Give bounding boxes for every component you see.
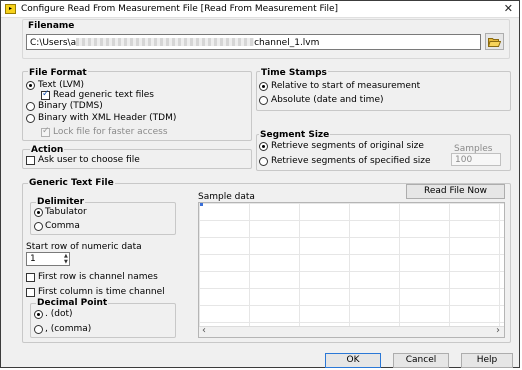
timestamp-relative-radio[interactable] <box>259 82 268 91</box>
start-row-spinner[interactable]: ▲ ▼ <box>64 253 70 265</box>
sample-data-label: Sample data <box>198 192 255 202</box>
format-binary-xml-radio[interactable] <box>26 114 35 123</box>
read-generic-label: Read generic text files <box>53 90 154 100</box>
filename-value-suffix: channel_1.lvm <box>254 38 320 48</box>
filename-value-prefix: C:\Users\a <box>30 38 77 48</box>
decimal-dot-radio[interactable] <box>34 310 43 319</box>
timestamp-absolute-label: Absolute (date and time) <box>271 95 384 105</box>
delimiter-tab-radio[interactable] <box>34 208 43 217</box>
title-bar: ▸ Configure Read From Measurement File [… <box>1 1 519 18</box>
close-icon[interactable]: ✕ <box>504 2 513 15</box>
first-row-names-label: First row is channel names <box>38 272 158 282</box>
first-col-time-label: First column is time channel <box>38 287 165 297</box>
segment-specified-radio[interactable] <box>259 157 268 166</box>
format-binary-xml-label: Binary with XML Header (TDM) <box>38 113 177 123</box>
delimiter-comma-radio[interactable] <box>34 222 43 231</box>
sample-data-table[interactable]: ‹ › <box>198 202 505 338</box>
segment-original-radio[interactable] <box>259 142 268 151</box>
scroll-left-icon[interactable]: ‹ <box>202 325 206 336</box>
segment-specified-label: Retrieve segments of specified size <box>271 156 431 166</box>
lock-file-label: Lock file for faster access <box>53 127 168 137</box>
folder-open-icon <box>487 38 502 47</box>
decimal-point-label: Decimal Point <box>36 298 109 308</box>
format-text-lvm-radio[interactable] <box>26 81 35 90</box>
segment-original-label: Retrieve segments of original size <box>271 141 424 151</box>
ask-user-checkbox[interactable] <box>26 156 35 165</box>
dialog-window: ▸ Configure Read From Measurement File [… <box>0 0 520 368</box>
cell-cursor-marker <box>200 203 203 206</box>
horizontal-scrollbar[interactable]: ‹ › <box>199 325 504 337</box>
ok-button[interactable]: OK <box>325 353 381 368</box>
generic-text-label: Generic Text File <box>28 178 115 188</box>
browse-button[interactable] <box>485 33 504 50</box>
start-row-value: 1 <box>30 254 36 264</box>
decimal-dot-label: . (dot) <box>45 309 73 319</box>
timestamp-absolute-radio[interactable] <box>259 96 268 105</box>
file-format-label: File Format <box>28 68 88 78</box>
time-stamps-label: Time Stamps <box>260 68 328 78</box>
delimiter-comma-label: Comma <box>45 221 80 231</box>
help-button[interactable]: Help <box>461 353 513 368</box>
delimiter-label: Delimiter <box>36 197 86 207</box>
start-row-label: Start row of numeric data <box>26 242 142 252</box>
redacted-path <box>76 38 255 46</box>
ask-user-label: Ask user to choose file <box>38 155 140 165</box>
read-file-now-button[interactable]: Read File Now <box>406 184 505 199</box>
window-title: Configure Read From Measurement File [Re… <box>21 4 339 14</box>
action-label: Action <box>30 145 65 155</box>
decimal-comma-label: , (comma) <box>45 324 92 334</box>
timestamp-relative-label: Relative to start of measurement <box>271 81 421 91</box>
format-binary-tdms-radio[interactable] <box>26 102 35 111</box>
read-generic-checkbox[interactable] <box>41 89 50 100</box>
samples-input[interactable]: 100 <box>451 153 501 166</box>
samples-value: 100 <box>455 155 473 165</box>
first-col-time-checkbox[interactable] <box>26 288 35 297</box>
lock-file-checkbox[interactable] <box>41 126 50 137</box>
filename-label: Filename <box>28 21 75 31</box>
scroll-right-icon[interactable]: › <box>496 325 500 336</box>
first-row-names-checkbox[interactable] <box>26 273 35 282</box>
decimal-comma-radio[interactable] <box>34 325 43 334</box>
labview-app-icon: ▸ <box>5 4 16 14</box>
cancel-button[interactable]: Cancel <box>393 353 449 368</box>
segment-size-label: Segment Size <box>259 130 331 140</box>
format-binary-tdms-label: Binary (TDMS) <box>38 101 103 111</box>
filename-input[interactable]: C:\Users\a channel_1.lvm <box>26 34 481 50</box>
spin-down-icon[interactable]: ▼ <box>64 259 70 265</box>
delimiter-tab-label: Tabulator <box>45 207 87 217</box>
